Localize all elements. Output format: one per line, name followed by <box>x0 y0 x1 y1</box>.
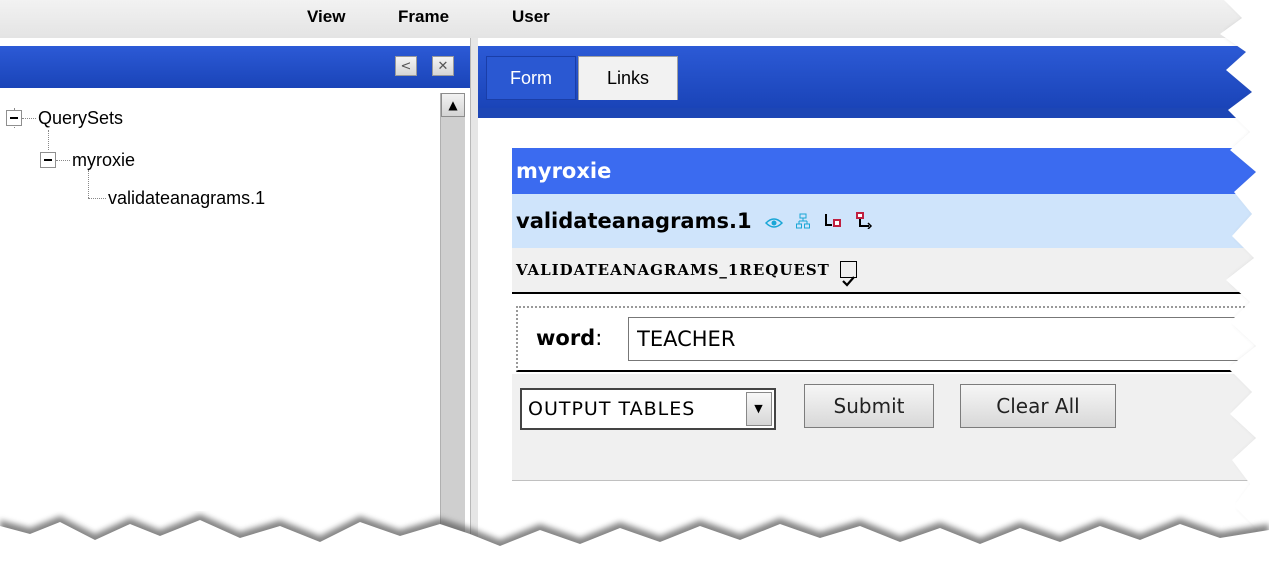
word-field-row: word: <box>516 306 1269 372</box>
collapse-button[interactable]: < <box>395 56 417 76</box>
menu-frame[interactable]: Frame <box>398 7 449 27</box>
tree-item-validateanagrams[interactable]: validateanagrams.1 <box>108 188 265 209</box>
form-title: myroxie <box>512 148 1269 194</box>
left-panel: < ✕ QuerySets myroxie validateanagrams.1… <box>0 38 470 567</box>
tab-form[interactable]: Form <box>486 56 576 100</box>
tree-item-myroxie[interactable]: myroxie <box>72 150 135 171</box>
menu-bar: View Frame User <box>0 0 1269 39</box>
tree-scrollbar[interactable]: ▲ <box>440 93 465 567</box>
flow-in-icon[interactable] <box>824 195 842 249</box>
tree-line <box>56 160 70 161</box>
tree-line <box>88 170 89 198</box>
query-name: validateanagrams.1 <box>516 209 752 233</box>
scroll-up-arrow-icon[interactable]: ▲ <box>441 93 465 117</box>
form-area: myroxie validateanagrams.1 VALIDATEANAGR… <box>478 118 1269 567</box>
chevron-down-icon[interactable]: ▼ <box>746 392 772 426</box>
tree-line <box>88 198 106 199</box>
hierarchy-icon[interactable] <box>796 195 811 249</box>
tab-links[interactable]: Links <box>578 56 678 100</box>
request-label: VALIDATEANAGRAMS_1REQUEST <box>516 261 830 279</box>
action-row: OUTPUT TABLES ▼ Submit Clear All <box>512 374 1269 481</box>
clear-all-button[interactable]: Clear All <box>960 384 1116 428</box>
tree-item-querysets[interactable]: QuerySets <box>38 108 123 129</box>
collapse-toggle-icon[interactable] <box>40 152 56 168</box>
submit-button[interactable]: Submit <box>804 384 934 428</box>
menu-view[interactable]: View <box>307 7 345 27</box>
word-input[interactable] <box>628 317 1269 361</box>
left-panel-header: < ✕ <box>0 46 470 88</box>
output-tables-value: OUTPUT TABLES <box>528 398 696 420</box>
query-tree: QuerySets myroxie validateanagrams.1 <box>0 88 440 567</box>
output-tables-select[interactable]: OUTPUT TABLES ▼ <box>520 388 776 430</box>
scroll-track[interactable] <box>441 117 465 567</box>
right-panel: Form Links myroxie validateanagrams.1 VA… <box>478 38 1269 567</box>
tab-strip: Form Links <box>478 46 1269 108</box>
query-row: validateanagrams.1 <box>512 194 1269 248</box>
word-field-label: word: <box>536 326 603 350</box>
menu-user[interactable]: User <box>512 7 550 27</box>
collapse-toggle-icon[interactable] <box>6 110 22 126</box>
request-row: VALIDATEANAGRAMS_1REQUEST <box>512 248 1269 294</box>
tree-line <box>22 118 36 119</box>
flow-out-icon[interactable] <box>855 195 873 249</box>
tree-line <box>48 130 49 150</box>
eye-icon[interactable] <box>764 195 783 249</box>
request-checkbox[interactable] <box>840 260 858 287</box>
close-panel-button[interactable]: ✕ <box>432 56 454 76</box>
